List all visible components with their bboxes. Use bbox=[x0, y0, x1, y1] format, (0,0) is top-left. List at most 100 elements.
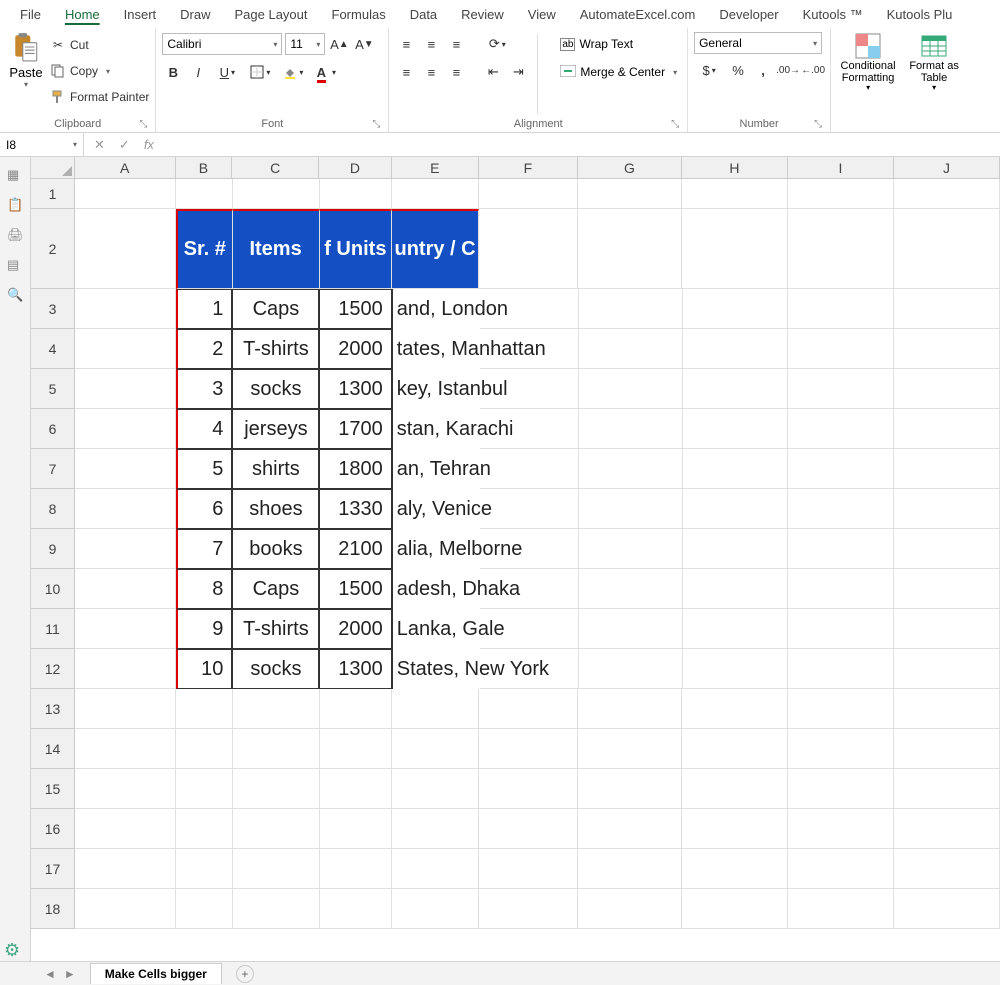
tab-home[interactable]: Home bbox=[53, 3, 112, 26]
align-top-icon[interactable]: ≡ bbox=[395, 33, 417, 55]
cell-C1[interactable] bbox=[233, 179, 320, 209]
row-header-10[interactable]: 10 bbox=[31, 569, 75, 609]
cell-G6[interactable] bbox=[579, 409, 683, 449]
paste-button[interactable]: Paste ▾ bbox=[6, 32, 46, 116]
cancel-formula-icon[interactable]: ✕ bbox=[94, 137, 105, 153]
cell-J8[interactable] bbox=[894, 489, 1000, 529]
row-header-2[interactable]: 2 bbox=[31, 209, 75, 289]
cell-H4[interactable] bbox=[683, 329, 789, 369]
cell-F18[interactable] bbox=[479, 889, 578, 929]
cell-A10[interactable] bbox=[75, 569, 176, 609]
cell-E17[interactable] bbox=[392, 849, 479, 889]
cell-G11[interactable] bbox=[579, 609, 683, 649]
cell-G5[interactable] bbox=[579, 369, 683, 409]
sidebar-icon-4[interactable]: ▤ bbox=[7, 257, 23, 273]
cell-D16[interactable] bbox=[320, 809, 392, 849]
cell-J2[interactable] bbox=[894, 209, 1000, 289]
tab-page-layout[interactable]: Page Layout bbox=[223, 3, 320, 26]
cell-I5[interactable] bbox=[788, 369, 894, 409]
align-bottom-icon[interactable]: ≡ bbox=[445, 33, 467, 55]
cell-C7[interactable]: shirts bbox=[232, 449, 319, 489]
row-header-15[interactable]: 15 bbox=[31, 769, 75, 809]
cell-A18[interactable] bbox=[75, 889, 176, 929]
cell-A8[interactable] bbox=[75, 489, 176, 529]
format-as-table-button[interactable]: Format as Table▾ bbox=[903, 32, 965, 128]
settings-icon[interactable]: ⚙ bbox=[4, 940, 20, 961]
cell-C2[interactable]: Items bbox=[233, 209, 320, 289]
col-header-G[interactable]: G bbox=[578, 157, 682, 179]
number-launcher[interactable]: ⤡ bbox=[814, 119, 822, 130]
clipboard-launcher[interactable]: ⤡ bbox=[139, 119, 147, 130]
sidebar-icon-2[interactable]: 📋 bbox=[7, 197, 23, 213]
sidebar-icon-1[interactable]: ▦ bbox=[7, 167, 23, 183]
cell-I14[interactable] bbox=[788, 729, 894, 769]
cell-F7[interactable] bbox=[480, 449, 579, 489]
cell-B3[interactable]: 1 bbox=[176, 289, 233, 329]
cell-I3[interactable] bbox=[788, 289, 894, 329]
cell-C9[interactable]: books bbox=[232, 529, 319, 569]
row-header-3[interactable]: 3 bbox=[31, 289, 75, 329]
cell-C18[interactable] bbox=[233, 889, 320, 929]
cell-J1[interactable] bbox=[894, 179, 1000, 209]
cell-D6[interactable]: 1700 bbox=[319, 409, 391, 449]
bold-button[interactable]: B bbox=[162, 61, 184, 83]
cell-B9[interactable]: 7 bbox=[176, 529, 233, 569]
orientation-button[interactable]: ⟳▾ bbox=[482, 33, 512, 55]
cell-C5[interactable]: socks bbox=[232, 369, 319, 409]
cell-F8[interactable] bbox=[480, 489, 579, 529]
number-format-combo[interactable]: General▾ bbox=[694, 32, 822, 54]
cell-D10[interactable]: 1500 bbox=[319, 569, 391, 609]
col-header-A[interactable]: A bbox=[75, 157, 176, 179]
cell-F2[interactable] bbox=[479, 209, 578, 289]
cell-H7[interactable] bbox=[683, 449, 789, 489]
tab-insert[interactable]: Insert bbox=[112, 3, 169, 26]
cell-F16[interactable] bbox=[479, 809, 578, 849]
cell-E2[interactable]: untry / C bbox=[392, 209, 479, 289]
font-name-combo[interactable]: Calibri▾ bbox=[162, 33, 282, 55]
cell-D7[interactable]: 1800 bbox=[319, 449, 391, 489]
cell-E15[interactable] bbox=[392, 769, 479, 809]
cell-D15[interactable] bbox=[320, 769, 392, 809]
cell-H11[interactable] bbox=[683, 609, 789, 649]
cell-A4[interactable] bbox=[75, 329, 176, 369]
cell-E6[interactable]: stan, Karachi bbox=[392, 409, 480, 449]
row-header-5[interactable]: 5 bbox=[31, 369, 75, 409]
cell-E9[interactable]: alia, Melborne bbox=[392, 529, 480, 569]
row-header-7[interactable]: 7 bbox=[31, 449, 75, 489]
cell-H9[interactable] bbox=[683, 529, 789, 569]
cell-B14[interactable] bbox=[176, 729, 232, 769]
cell-H1[interactable] bbox=[682, 179, 788, 209]
cell-G3[interactable] bbox=[579, 289, 683, 329]
sidebar-icon-5[interactable]: 🔍 bbox=[7, 287, 23, 303]
cell-D1[interactable] bbox=[320, 179, 392, 209]
cell-F13[interactable] bbox=[479, 689, 578, 729]
borders-button[interactable]: ▾ bbox=[245, 61, 275, 83]
cell-F1[interactable] bbox=[479, 179, 578, 209]
cell-C15[interactable] bbox=[233, 769, 320, 809]
row-header-9[interactable]: 9 bbox=[31, 529, 75, 569]
cell-E4[interactable]: tates, Manhattan bbox=[392, 329, 480, 369]
align-middle-icon[interactable]: ≡ bbox=[420, 33, 442, 55]
cell-F14[interactable] bbox=[479, 729, 578, 769]
name-box[interactable]: I8▾ bbox=[0, 133, 84, 156]
cell-D2[interactable]: f Units bbox=[320, 209, 392, 289]
cell-A7[interactable] bbox=[75, 449, 176, 489]
cell-G12[interactable] bbox=[579, 649, 683, 689]
cell-C4[interactable]: T-shirts bbox=[232, 329, 319, 369]
cell-J12[interactable] bbox=[894, 649, 1000, 689]
sheet-tab-active[interactable]: Make Cells bigger bbox=[90, 963, 222, 984]
cell-C17[interactable] bbox=[233, 849, 320, 889]
cell-A11[interactable] bbox=[75, 609, 176, 649]
cell-D18[interactable] bbox=[320, 889, 392, 929]
cell-B1[interactable] bbox=[176, 179, 232, 209]
cell-J14[interactable] bbox=[894, 729, 1000, 769]
font-size-combo[interactable]: 11▾ bbox=[285, 33, 325, 55]
cell-I13[interactable] bbox=[788, 689, 894, 729]
font-launcher[interactable]: ⤡ bbox=[372, 119, 380, 130]
row-header-16[interactable]: 16 bbox=[31, 809, 75, 849]
cell-J11[interactable] bbox=[894, 609, 1000, 649]
cell-J4[interactable] bbox=[894, 329, 1000, 369]
cell-C16[interactable] bbox=[233, 809, 320, 849]
tab-kutools-plu[interactable]: Kutools Plu bbox=[875, 3, 965, 26]
cell-I7[interactable] bbox=[788, 449, 894, 489]
